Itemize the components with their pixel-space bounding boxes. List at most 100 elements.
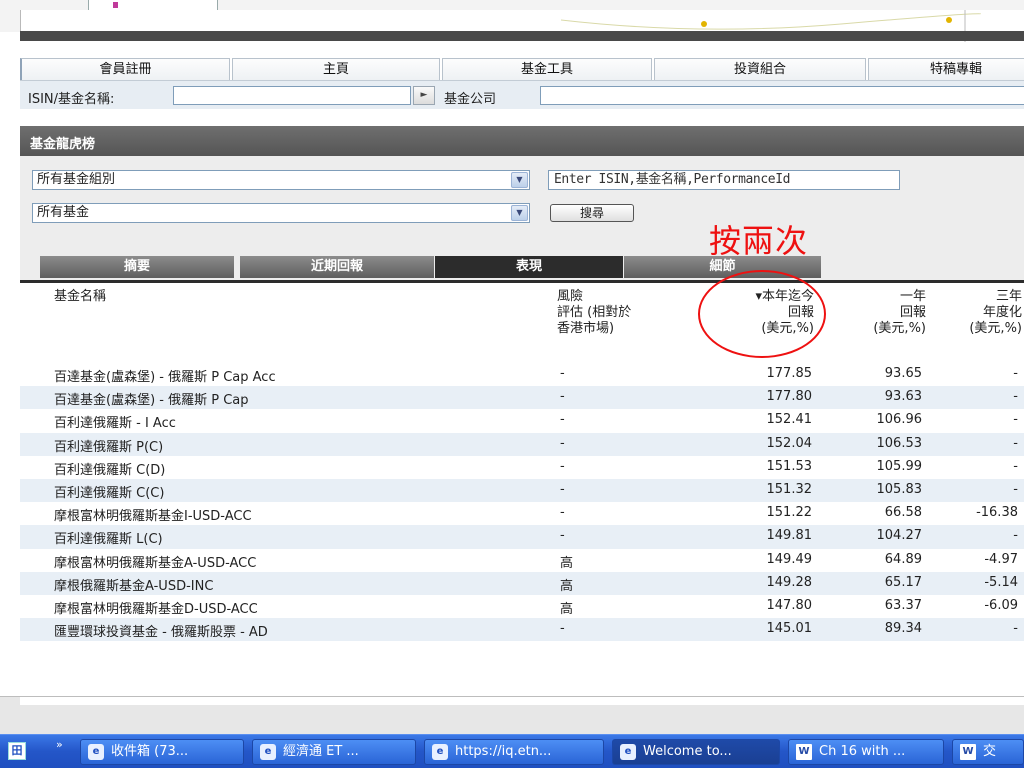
fund-name[interactable]: 匯豐環球投資基金 - 俄羅斯股票 - AD [54,621,268,640]
header-risk[interactable]: 風險 評估 (相對於 香港市場) [557,289,687,337]
one-year-value: 106.53 [876,435,923,451]
fund-group-value: 所有基金組別 [37,172,116,187]
ytd-value: 145.01 [766,621,813,637]
three-year-value: - [1013,435,1018,451]
fund-name[interactable]: 百利達俄羅斯 C(C) [54,482,164,501]
tab-recent-returns[interactable]: 近期回報 [240,256,434,278]
taskbar-button-word-doc[interactable]: W Ch 16 with ... [788,739,944,765]
tab-performance[interactable]: 表現 [435,256,623,278]
one-year-value: 105.83 [876,481,923,497]
isin-label: ISIN/基金名稱: [28,92,115,107]
table-header: 基金名稱 風險 評估 (相對於 香港市場) ▾本年迄今 回報 (美元,%) 一年… [20,283,1024,363]
one-year-value: 105.99 [876,458,923,474]
three-year-value: -5.14 [984,574,1018,590]
fund-company-label: 基金公司 [444,92,497,107]
table-row[interactable]: 摩根俄羅斯基金A-USD-INC 高 149.28 65.17 -5.14 [20,571,1024,595]
header-three-year-return[interactable]: 三年 年度化 (美元,%) [932,289,1022,337]
ytd-value: 151.53 [766,458,813,474]
isin-go-button[interactable]: ► [413,86,435,105]
tab-summary[interactable]: 摘要 [40,256,234,278]
table-row[interactable]: 摩根富林明俄羅斯基金D-USD-ACC 高 147.80 63.37 -6.09 [20,595,1024,618]
fund-name[interactable]: 百利達俄羅斯 P(C) [54,436,163,455]
browser-icon: e [432,744,448,760]
one-year-value: 64.89 [884,551,922,567]
risk-value: - [560,389,565,405]
search-button[interactable]: 搜尋 [550,204,634,222]
taskbar: 田 » e 收件箱 (73... e 經濟通 ET ... e https://iq.… [0,734,1024,768]
document-icon: W [960,744,976,760]
risk-value: 高 [560,601,574,617]
risk-value: - [560,458,565,474]
chevron-right-icon[interactable]: » [56,738,63,751]
isin-input[interactable] [173,86,411,105]
risk-value: - [560,481,565,497]
header-one-year-return[interactable]: 一年 回報 (美元,%) [828,289,926,337]
three-year-value: - [1013,458,1018,474]
fund-search-input[interactable]: Enter ISIN,基金名稱,PerformanceId [548,170,900,190]
browser-icon: e [260,744,276,760]
table-row[interactable]: 百達基金(盧森堡) - 俄羅斯 P Cap Acc - 177.85 93.65 - [20,363,1024,386]
quick-search-bar: ISIN/基金名稱: ► 基金公司 [20,80,1024,109]
ytd-value: 147.80 [766,597,813,613]
one-year-value: 63.37 [884,597,922,613]
three-year-value: - [1013,528,1018,544]
one-year-value: 66.58 [884,505,922,521]
fund-name[interactable]: 百利達俄羅斯 L(C) [54,528,163,547]
fund-company-input[interactable] [540,86,1024,105]
chevron-down-icon[interactable]: ▼ [511,172,528,188]
risk-value: - [560,435,565,451]
risk-value: - [560,412,565,428]
panel-title: 基金龍虎榜 [20,126,1024,156]
ytd-value: 151.32 [766,481,813,497]
fund-table-body: 百達基金(盧森堡) - 俄羅斯 P Cap Acc - 177.85 93.65 - 百… [20,363,1024,642]
taskbar-button-word-doc-2[interactable]: W交 [952,739,1024,765]
table-row[interactable]: 百利達俄羅斯 C(C) - 151.32 105.83 - [20,478,1024,503]
risk-value: 高 [560,578,574,594]
tab-home[interactable]: 主頁 [232,58,440,80]
fund-select[interactable]: 所有基金 ▼ [32,203,530,223]
fund-name[interactable]: 百利達俄羅斯 C(D) [54,459,165,478]
table-row[interactable]: 百達基金(盧森堡) - 俄羅斯 P Cap - 177.80 93.63 - [20,386,1024,410]
table-row[interactable]: 百利達俄羅斯 C(D) - 151.53 105.99 - [20,456,1024,479]
tab-member-register[interactable]: 會員註冊 [20,58,230,80]
ytd-value: 152.41 [766,412,813,428]
fund-name[interactable]: 摩根富林明俄羅斯基金D-USD-ACC [54,598,258,617]
three-year-value: - [1013,412,1018,428]
three-year-value: - [1013,389,1018,405]
one-year-value: 106.96 [876,412,923,428]
table-row[interactable]: 百利達俄羅斯 P(C) - 152.04 106.53 - [20,432,1024,456]
fund-name[interactable]: 百達基金(盧森堡) - 俄羅斯 P Cap Acc [54,366,276,385]
page-bottom-edge [20,697,1024,705]
fund-name[interactable]: 摩根富林明俄羅斯基金A-USD-ACC [54,552,256,571]
taskbar-button-etnet[interactable]: e 經濟通 ET ... [252,739,416,765]
header-fund-name[interactable]: 基金名稱 [54,289,106,305]
one-year-value: 104.27 [876,528,923,544]
chevron-down-icon[interactable]: ▼ [511,205,528,221]
fund-name[interactable]: 摩根俄羅斯基金A-USD-INC [54,575,213,594]
tab-portfolio[interactable]: 投資組合 [654,58,866,80]
ytd-value: 177.80 [766,389,813,405]
table-row[interactable]: 百利達俄羅斯 L(C) - 149.81 104.27 - [20,525,1024,549]
three-year-value: -4.97 [984,551,1018,567]
taskbar-button-iq[interactable]: e https://iq.etn... [424,739,604,765]
three-year-value: -16.38 [976,505,1018,521]
tab-special-features[interactable]: 特稿專輯 [868,58,1024,80]
table-row[interactable]: 匯豐環球投資基金 - 俄羅斯股票 - AD - 145.01 89.34 - [20,618,1024,642]
taskbar-button-inbox[interactable]: e 收件箱 (73... [80,739,244,765]
fund-select-value: 所有基金 [37,205,90,220]
fund-group-select[interactable]: 所有基金組別 ▼ [32,170,530,190]
table-row[interactable]: 摩根富林明俄羅斯基金I-USD-ACC - 151.22 66.58 -16.38 [20,502,1024,525]
top-frame [20,10,1024,42]
fund-name[interactable]: 摩根富林明俄羅斯基金I-USD-ACC [54,505,252,524]
risk-value: - [560,621,565,637]
one-year-value: 89.34 [884,621,922,637]
table-row[interactable]: 百利達俄羅斯 - I Acc - 152.41 106.96 - [20,409,1024,432]
risk-value: - [560,366,565,381]
table-row[interactable]: 摩根富林明俄羅斯基金A-USD-ACC 高 149.49 64.89 -4.97 [20,549,1024,572]
fund-name[interactable]: 百利達俄羅斯 - I Acc [54,412,176,431]
start-logo-icon[interactable]: 田 [8,742,26,760]
fund-name[interactable]: 百達基金(盧森堡) - 俄羅斯 P Cap [54,389,249,408]
filter-area: 所有基金組別 ▼ 所有基金 ▼ Enter ISIN,基金名稱,Performa… [20,156,1024,248]
taskbar-button-welcome[interactable]: e Welcome to... [612,739,780,765]
tab-fund-tools[interactable]: 基金工具 [442,58,652,80]
